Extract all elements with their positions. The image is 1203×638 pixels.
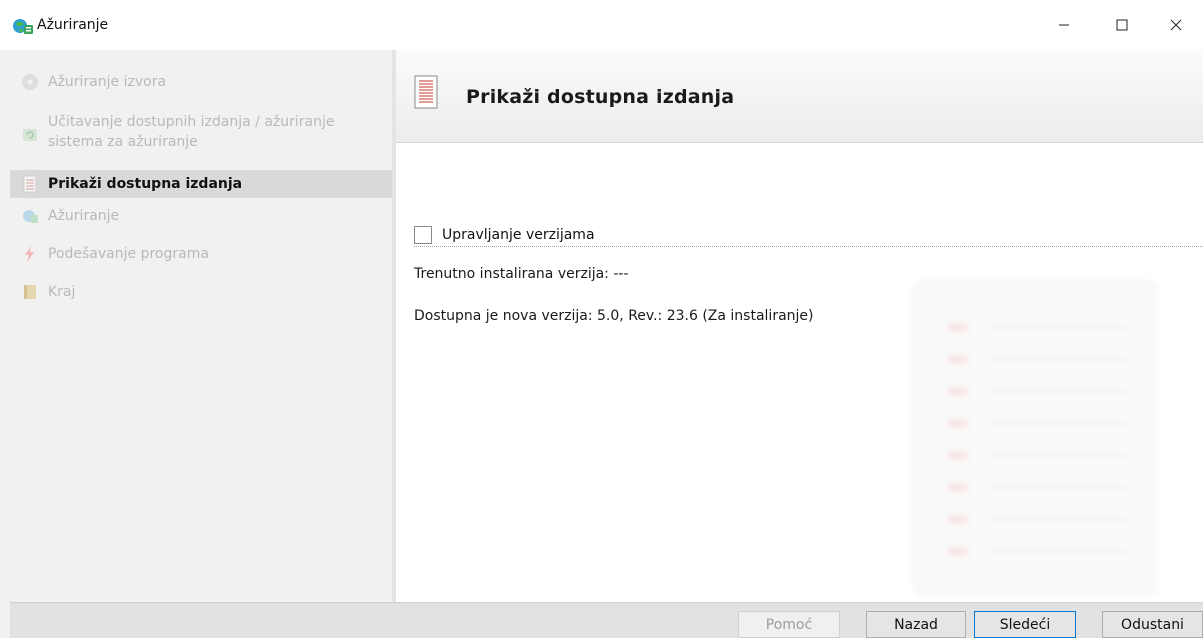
back-button[interactable]: Nazad — [866, 611, 966, 638]
maximize-icon — [1116, 19, 1128, 31]
sidebar-item-label: Ažuriranje izvora — [48, 74, 167, 90]
cancel-button[interactable]: Odustani — [1102, 611, 1203, 638]
page-title: Prikaži dostupna izdanja — [466, 86, 735, 108]
sidebar-item-label: Podešavanje programa — [48, 246, 209, 262]
update-icon — [23, 210, 38, 223]
app-update-icon — [13, 19, 33, 34]
window-title: Ažuriranje — [37, 17, 109, 33]
close-button[interactable] — [1152, 0, 1200, 50]
wizard-steps-sidebar: Ažuriranje izvora Učitavanje dostupnih i… — [10, 50, 392, 602]
sidebar-item-label: Kraj — [48, 284, 76, 300]
sidebar-item-label: Učitavanje dostupnih izdanja / ažuriranj… — [48, 114, 335, 150]
sidebar-item-load-releases: Učitavanje dostupnih izdanja / ažuriranj… — [10, 112, 392, 152]
sidebar-item-label: Prikaži dostupna izdanja — [48, 176, 243, 192]
bolt-icon — [25, 246, 34, 262]
sidebar-item-label: Ažuriranje — [48, 208, 120, 224]
release-list-icon — [414, 75, 438, 109]
next-button[interactable]: Sledeći — [974, 611, 1076, 638]
minimize-button[interactable] — [1040, 0, 1088, 50]
refresh-icon — [23, 129, 37, 141]
sidebar-item-program-settings: Podešavanje programa — [10, 244, 392, 264]
sidebar-item-show-releases: Prikaži dostupna izdanja — [10, 170, 392, 198]
sidebar-item-update: Ažuriranje — [10, 206, 392, 226]
sidebar-item-finish: Kraj — [10, 282, 392, 302]
minimize-icon — [1059, 24, 1069, 26]
content-header: Prikaži dostupna izdanja — [396, 50, 1203, 143]
update-wizard-window: Ažuriranje Ažuriranje izvora Učitavanje … — [0, 0, 1203, 638]
disc-icon — [22, 74, 38, 90]
version-control-checkbox[interactable] — [414, 226, 432, 244]
help-button[interactable]: Pomoć — [738, 611, 840, 638]
list-watermark-icon — [913, 281, 1157, 595]
title-bar[interactable]: Ažuriranje — [0, 0, 1203, 50]
book-icon — [24, 285, 36, 299]
maximize-button[interactable] — [1098, 0, 1146, 50]
new-version-text: Dostupna je nova verzija: 5.0, Rev.: 23.… — [414, 308, 814, 324]
version-control-label[interactable]: Upravljanje verzijama — [442, 227, 595, 243]
window-left-border — [0, 50, 10, 638]
sidebar-item-update-sources: Ažuriranje izvora — [10, 72, 392, 92]
version-control-checkbox-row[interactable]: Upravljanje verzijama — [414, 226, 1203, 247]
installed-version-text: Trenutno instalirana verzija: --- — [414, 266, 629, 282]
close-icon — [1170, 19, 1182, 31]
list-icon — [23, 175, 37, 193]
